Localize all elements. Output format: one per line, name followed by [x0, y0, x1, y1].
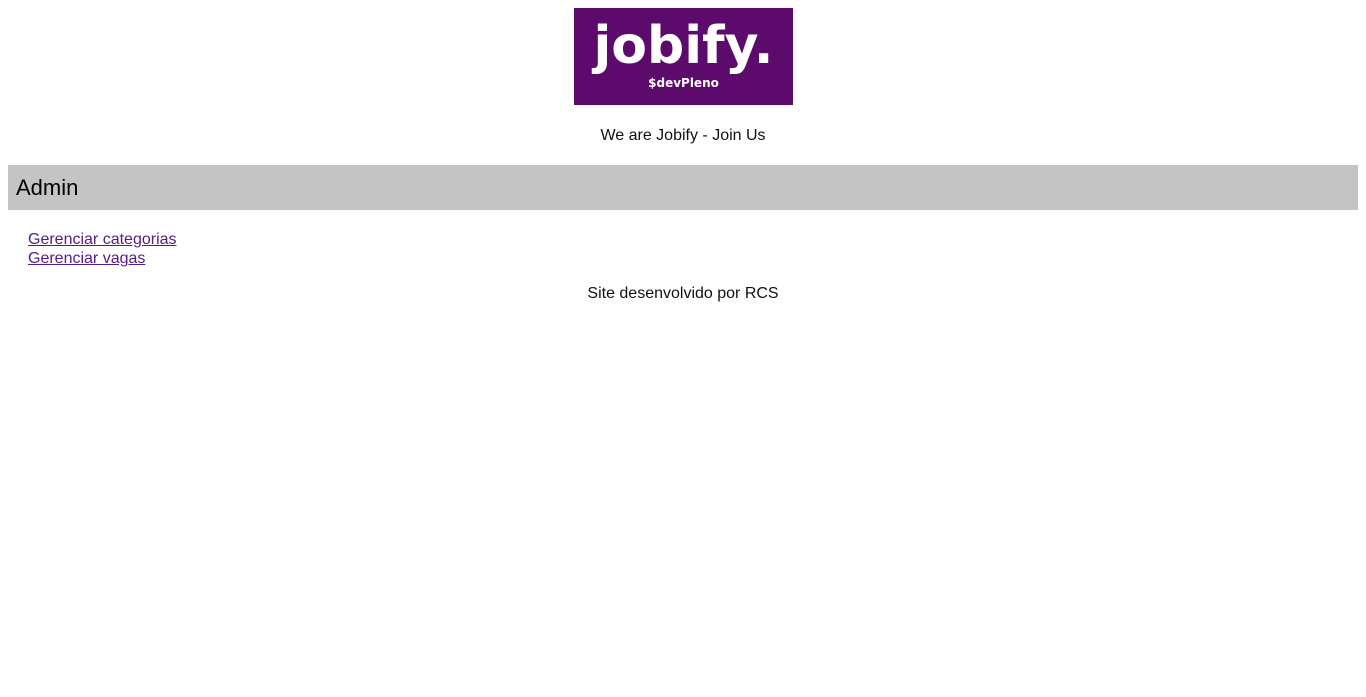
- jobify-logo[interactable]: jobify. $devPleno: [574, 8, 793, 105]
- footer-text: Site desenvolvido por RCS: [587, 285, 779, 302]
- logo-wordmark: jobify.: [593, 16, 774, 76]
- manage-jobs-link[interactable]: Gerenciar vagas: [28, 250, 145, 267]
- page: jobify. $devPleno We are Jobify - Join U…: [0, 0, 1366, 697]
- admin-links-list: Gerenciar categorias Gerenciar vagas: [28, 230, 177, 268]
- manage-categories-link[interactable]: Gerenciar categorias: [28, 231, 177, 248]
- logo-subtitle: $devPleno: [648, 76, 719, 90]
- list-item: Gerenciar vagas: [28, 249, 177, 268]
- tagline: We are Jobify - Join Us: [600, 127, 766, 144]
- page-title: Admin: [16, 175, 79, 200]
- list-item: Gerenciar categorias: [28, 230, 177, 249]
- admin-header-bar: Admin: [8, 165, 1358, 210]
